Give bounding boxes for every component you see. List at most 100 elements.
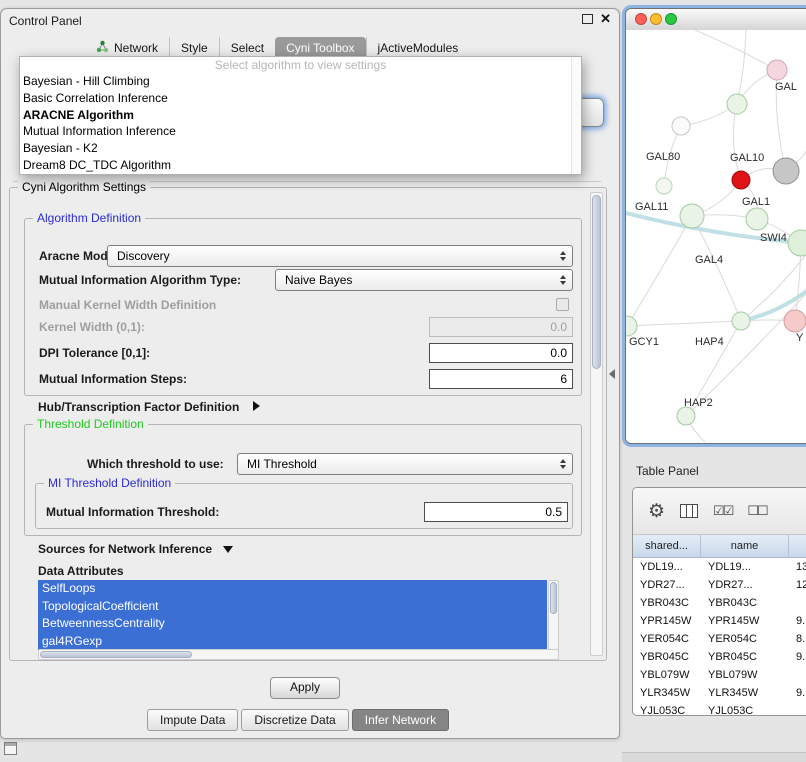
table-cell: YDL19...	[701, 561, 789, 573]
algorithm-dropdown-popup: Select algorithm to view settings Bayesi…	[19, 56, 582, 175]
network-node[interactable]	[788, 230, 806, 256]
docked-panel-icon[interactable]	[4, 742, 17, 755]
attributes-vscrollbar-thumb[interactable]	[550, 582, 557, 614]
mi-threshold-input[interactable]	[424, 502, 568, 522]
close-icon[interactable]: ✕	[600, 13, 611, 25]
dropdown-item-mutual-information-inference[interactable]: Mutual Information Inference	[20, 123, 581, 140]
attributes-vscrollbar[interactable]	[548, 580, 559, 650]
mac-minimize-light[interactable]	[650, 13, 662, 25]
attributes-hscrollbar[interactable]	[38, 649, 559, 660]
table-panel-window: ⚙ ☑☑ ☐☐ shared...name YDL19...YDL19...13…	[632, 487, 806, 716]
table-row[interactable]: YLR345WYLR345W9.	[633, 684, 806, 702]
network-edge	[627, 216, 692, 326]
table-row[interactable]: YJL053CYJL053C	[633, 702, 806, 716]
network-node[interactable]	[746, 208, 768, 230]
dropdown-item-basic-correlation-inference[interactable]: Basic Correlation Inference	[20, 90, 581, 107]
network-node[interactable]	[732, 171, 750, 189]
settings-scrollbar[interactable]	[590, 192, 603, 656]
table-row[interactable]: YDR27...YDR27...12	[633, 576, 806, 594]
bottom-tab-infer-network[interactable]: Infer Network	[352, 709, 449, 731]
manual-kernel-checkbox	[556, 298, 569, 311]
node-label: GAL4	[695, 254, 723, 266]
mac-zoom-light[interactable]	[665, 13, 677, 25]
table-row[interactable]: YBR043CYBR043C	[633, 594, 806, 612]
network-node[interactable]	[677, 407, 695, 425]
kernel-width-label: Kernel Width (0,1):	[39, 320, 145, 334]
splitter-collapse-arrow[interactable]	[609, 369, 615, 379]
network-view-window: GALGAL80GAL10GAL11GAL1SWI4GAL4GCY1HAP4YH…	[625, 8, 806, 444]
manual-kernel-label: Manual Kernel Width Definition	[39, 298, 216, 312]
mi-steps-input[interactable]	[429, 369, 573, 389]
dropdown-item-aracne-algorithm[interactable]: ARACNE Algorithm	[20, 107, 581, 124]
attributes-hscrollbar-thumb[interactable]	[40, 651, 192, 658]
dropdown-item-bayesian-hill-climbing[interactable]: Bayesian - Hill Climbing	[20, 73, 581, 90]
columns-icon[interactable]	[680, 504, 698, 518]
table-cell: YPR145W	[701, 615, 789, 627]
sources-section-label: Sources for Network Inference	[38, 542, 212, 556]
table-row[interactable]: YDL19...YDL19...13	[633, 558, 806, 576]
table-row[interactable]: YER054CYER054C8.	[633, 630, 806, 648]
table-cell: YJL053C	[633, 705, 701, 716]
aracne-mode-combo[interactable]: Discovery	[107, 245, 573, 267]
combo-arrows-icon	[560, 275, 566, 285]
network-edge	[666, 30, 777, 70]
attribute-item-gal4rgexp[interactable]: gal4RGexp	[38, 633, 547, 651]
table-cell: 12	[789, 579, 806, 591]
mi-type-combo[interactable]: Naive Bayes	[275, 269, 573, 291]
dropdown-item-dream8-dc-tdc-algorithm[interactable]: Dream8 DC_TDC Algorithm	[20, 157, 581, 174]
column-header-extra[interactable]	[789, 535, 806, 557]
empty-boxes-icon[interactable]: ☐☐	[747, 503, 766, 519]
which-threshold-value: MI Threshold	[247, 457, 317, 471]
bottom-status-strip	[622, 752, 806, 762]
dropdown-scrollbar[interactable]	[571, 57, 581, 174]
table-cell: YBR045C	[633, 651, 701, 663]
node-label: GAL10	[730, 152, 764, 164]
combo-arrows-icon	[560, 459, 566, 469]
network-node[interactable]	[672, 117, 690, 135]
data-attributes-label: Data Attributes	[38, 564, 124, 578]
column-header-shared-[interactable]: shared...	[633, 535, 701, 557]
mac-close-light[interactable]	[635, 13, 647, 25]
network-canvas[interactable]: GALGAL80GAL10GAL11GAL1SWI4GAL4GCY1HAP4YH…	[626, 30, 806, 442]
network-node[interactable]	[773, 158, 799, 184]
table-cell: YDR27...	[701, 579, 789, 591]
mi-threshold-label: Mutual Information Threshold:	[46, 505, 219, 519]
float-window-icon[interactable]	[582, 14, 593, 24]
which-threshold-combo[interactable]: MI Threshold	[237, 453, 573, 475]
tab-label: jActiveModules	[378, 41, 459, 55]
network-node[interactable]	[732, 312, 750, 330]
settings-scrollbar-thumb[interactable]	[592, 195, 601, 369]
attribute-item-topologicalcoefficient[interactable]: TopologicalCoefficient	[38, 598, 547, 616]
aracne-mode-value: Discovery	[117, 249, 170, 263]
dropdown-item-bayesian-k2[interactable]: Bayesian - K2	[20, 140, 581, 157]
bottom-tab-discretize-data[interactable]: Discretize Data	[241, 709, 348, 731]
network-node[interactable]	[656, 178, 672, 194]
sources-section-header[interactable]: Sources for Network Inference	[38, 542, 233, 556]
table-cell: 9.	[789, 651, 806, 663]
table-cell: YBR045C	[701, 651, 789, 663]
node-label: HAP2	[684, 397, 713, 409]
table-cell: 9.	[789, 615, 806, 627]
table-row[interactable]: YBR045CYBR045C9.	[633, 648, 806, 666]
table-cell: YBL079W	[701, 669, 789, 681]
attribute-item-selfloops[interactable]: SelfLoops	[38, 580, 547, 598]
dpi-tolerance-input[interactable]	[429, 343, 573, 363]
gear-icon[interactable]: ⚙	[648, 502, 665, 521]
table-panel-title: Table Panel	[636, 464, 699, 478]
table-cell: YLR345W	[701, 687, 789, 699]
checked-boxes-icon[interactable]: ☑☑	[713, 503, 732, 519]
table-row[interactable]: YBL079WYBL079W	[633, 666, 806, 684]
table-body: YDL19...YDL19...13YDR27...YDR27...12YBR0…	[633, 558, 806, 716]
table-cell: YER054C	[633, 633, 701, 645]
network-node[interactable]	[784, 310, 806, 332]
table-row[interactable]: YPR145WYPR145W9.	[633, 612, 806, 630]
network-node[interactable]	[767, 60, 787, 80]
network-node[interactable]	[727, 94, 747, 114]
attribute-item-betweennesscentrality[interactable]: BetweennessCentrality	[38, 615, 547, 633]
network-node[interactable]	[680, 204, 704, 228]
column-header-name[interactable]: name	[701, 535, 789, 557]
bottom-tab-impute-data[interactable]: Impute Data	[147, 709, 238, 731]
network-node[interactable]	[626, 316, 637, 336]
hub-section-header[interactable]: Hub/Transcription Factor Definition	[38, 400, 260, 414]
apply-button[interactable]: Apply	[270, 677, 340, 699]
